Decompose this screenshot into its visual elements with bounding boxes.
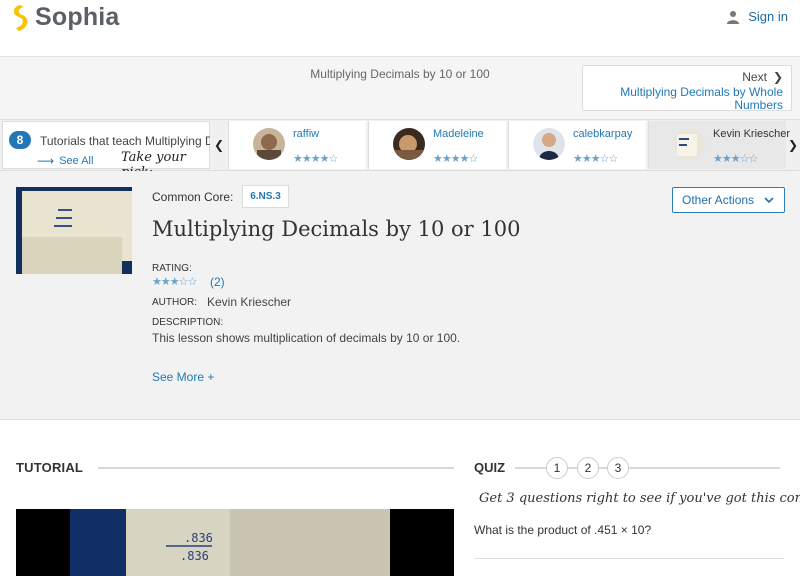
tutorial-card[interactable]: Madeleine ★★★★☆ — [368, 121, 506, 169]
quiz-answer-options — [474, 558, 784, 576]
section-divider — [98, 467, 454, 469]
video-text-top: .836 — [184, 531, 213, 545]
lesson-title: Multiplying Decimals by 10 or 100 — [152, 217, 521, 241]
person-icon — [727, 10, 740, 24]
quiz-step-3[interactable]: 3 — [607, 457, 629, 479]
tutorial-rating-stars: ★★★★☆ — [293, 153, 338, 165]
brand-name: Sophia — [35, 3, 120, 31]
quiz-step-1[interactable]: 1 — [546, 457, 568, 479]
avatar — [253, 128, 285, 160]
carousel-next-button[interactable]: ❯ — [786, 121, 800, 169]
other-actions-dropdown[interactable]: Other Actions — [672, 187, 785, 213]
chevron-left-icon: ❮ — [213, 138, 225, 152]
tutorial-author-name: Madeleine — [433, 128, 484, 140]
see-more-link[interactable]: See More + — [152, 370, 214, 384]
next-lesson-button[interactable]: Next ❯ Multiplying Decimals by Whole Numb… — [582, 65, 792, 112]
avatar — [533, 128, 565, 160]
tutorial-count-badge: 8 — [9, 131, 31, 149]
quiz-step-2[interactable]: 2 — [577, 457, 599, 479]
avatar — [393, 128, 425, 160]
site-header: Sophia Sign in — [0, 0, 800, 57]
tutorial-author-name: calebkarpay — [573, 128, 633, 140]
rating-count-link[interactable]: (2) — [210, 275, 225, 289]
carousel-prev-button[interactable]: ❮ — [212, 121, 226, 169]
tutorials-summary: 8 Tutorials that teach Multiplying Decim… — [2, 121, 210, 180]
sign-in-label: Sign in — [748, 9, 788, 24]
lesson-details: Common Core: 6.NS.3 Other Actions Multip… — [0, 171, 800, 420]
lesson-nav-bar: Multiplying Decimals by 10 or 100 Next ❯ … — [0, 57, 800, 119]
quiz-heading: QUIZ — [474, 460, 506, 475]
tutorial-author-name: raffiw — [293, 128, 320, 140]
rating-label: RATING: — [152, 263, 192, 274]
sophia-logo[interactable]: Sophia — [10, 3, 120, 32]
rating-stars: ★★★☆☆ — [152, 276, 197, 288]
tutorial-card-selected[interactable]: Kevin Kriescher ★★★☆☆ — [648, 121, 790, 169]
common-core-label: Common Core: — [152, 190, 234, 204]
author-label: AUTHOR: — [152, 297, 197, 308]
chevron-right-icon: ❯ — [787, 138, 799, 152]
common-core-standard-link[interactable]: 6.NS.3 — [242, 185, 289, 208]
tutorial-card[interactable]: raffiw ★★★★☆ — [228, 121, 366, 169]
see-all-label: See All — [59, 155, 94, 167]
video-text-bottom: .836 — [180, 549, 209, 563]
next-label: Next — [742, 70, 767, 84]
sophia-logo-icon — [13, 4, 28, 31]
lesson-thumbnail[interactable] — [16, 187, 132, 274]
author-name: Kevin Kriescher — [207, 295, 292, 309]
other-actions-label: Other Actions — [682, 193, 755, 207]
tutorial-rating-stars: ★★★☆☆ — [713, 153, 758, 165]
tutorials-text: Tutorials that teach Multiplying Decimal… — [40, 134, 210, 148]
chevron-right-icon: ❯ — [772, 70, 783, 84]
see-all-link[interactable]: ⟶ See All — [37, 154, 93, 168]
tutorial-author-name: Kevin Kriescher — [713, 128, 791, 140]
next-lesson-link: Multiplying Decimals by Whole Numbers — [620, 85, 783, 112]
chevron-down-icon — [764, 196, 774, 203]
tutorial-rating-stars: ★★★★☆ — [433, 153, 478, 165]
tutorial-heading: TUTORIAL — [16, 460, 84, 475]
tutorial-card[interactable]: calebkarpay ★★★☆☆ — [508, 121, 646, 169]
avatar — [673, 128, 705, 160]
tutorial-rating-stars: ★★★☆☆ — [573, 153, 618, 165]
quiz-instruction: Get 3 questions right to see if you've g… — [479, 491, 800, 506]
tutorial-video-player[interactable]: .836 .836 — [16, 509, 454, 576]
description-text: This lesson shows multiplication of deci… — [152, 331, 461, 345]
description-label: DESCRIPTION: — [152, 317, 224, 328]
tutorials-carousel: 8 Tutorials that teach Multiplying Decim… — [0, 119, 800, 180]
sign-in-link[interactable]: Sign in — [726, 9, 788, 24]
arrow-right-icon: ⟶ — [37, 154, 55, 168]
quiz-question: What is the product of .451 × 10? — [474, 523, 652, 537]
